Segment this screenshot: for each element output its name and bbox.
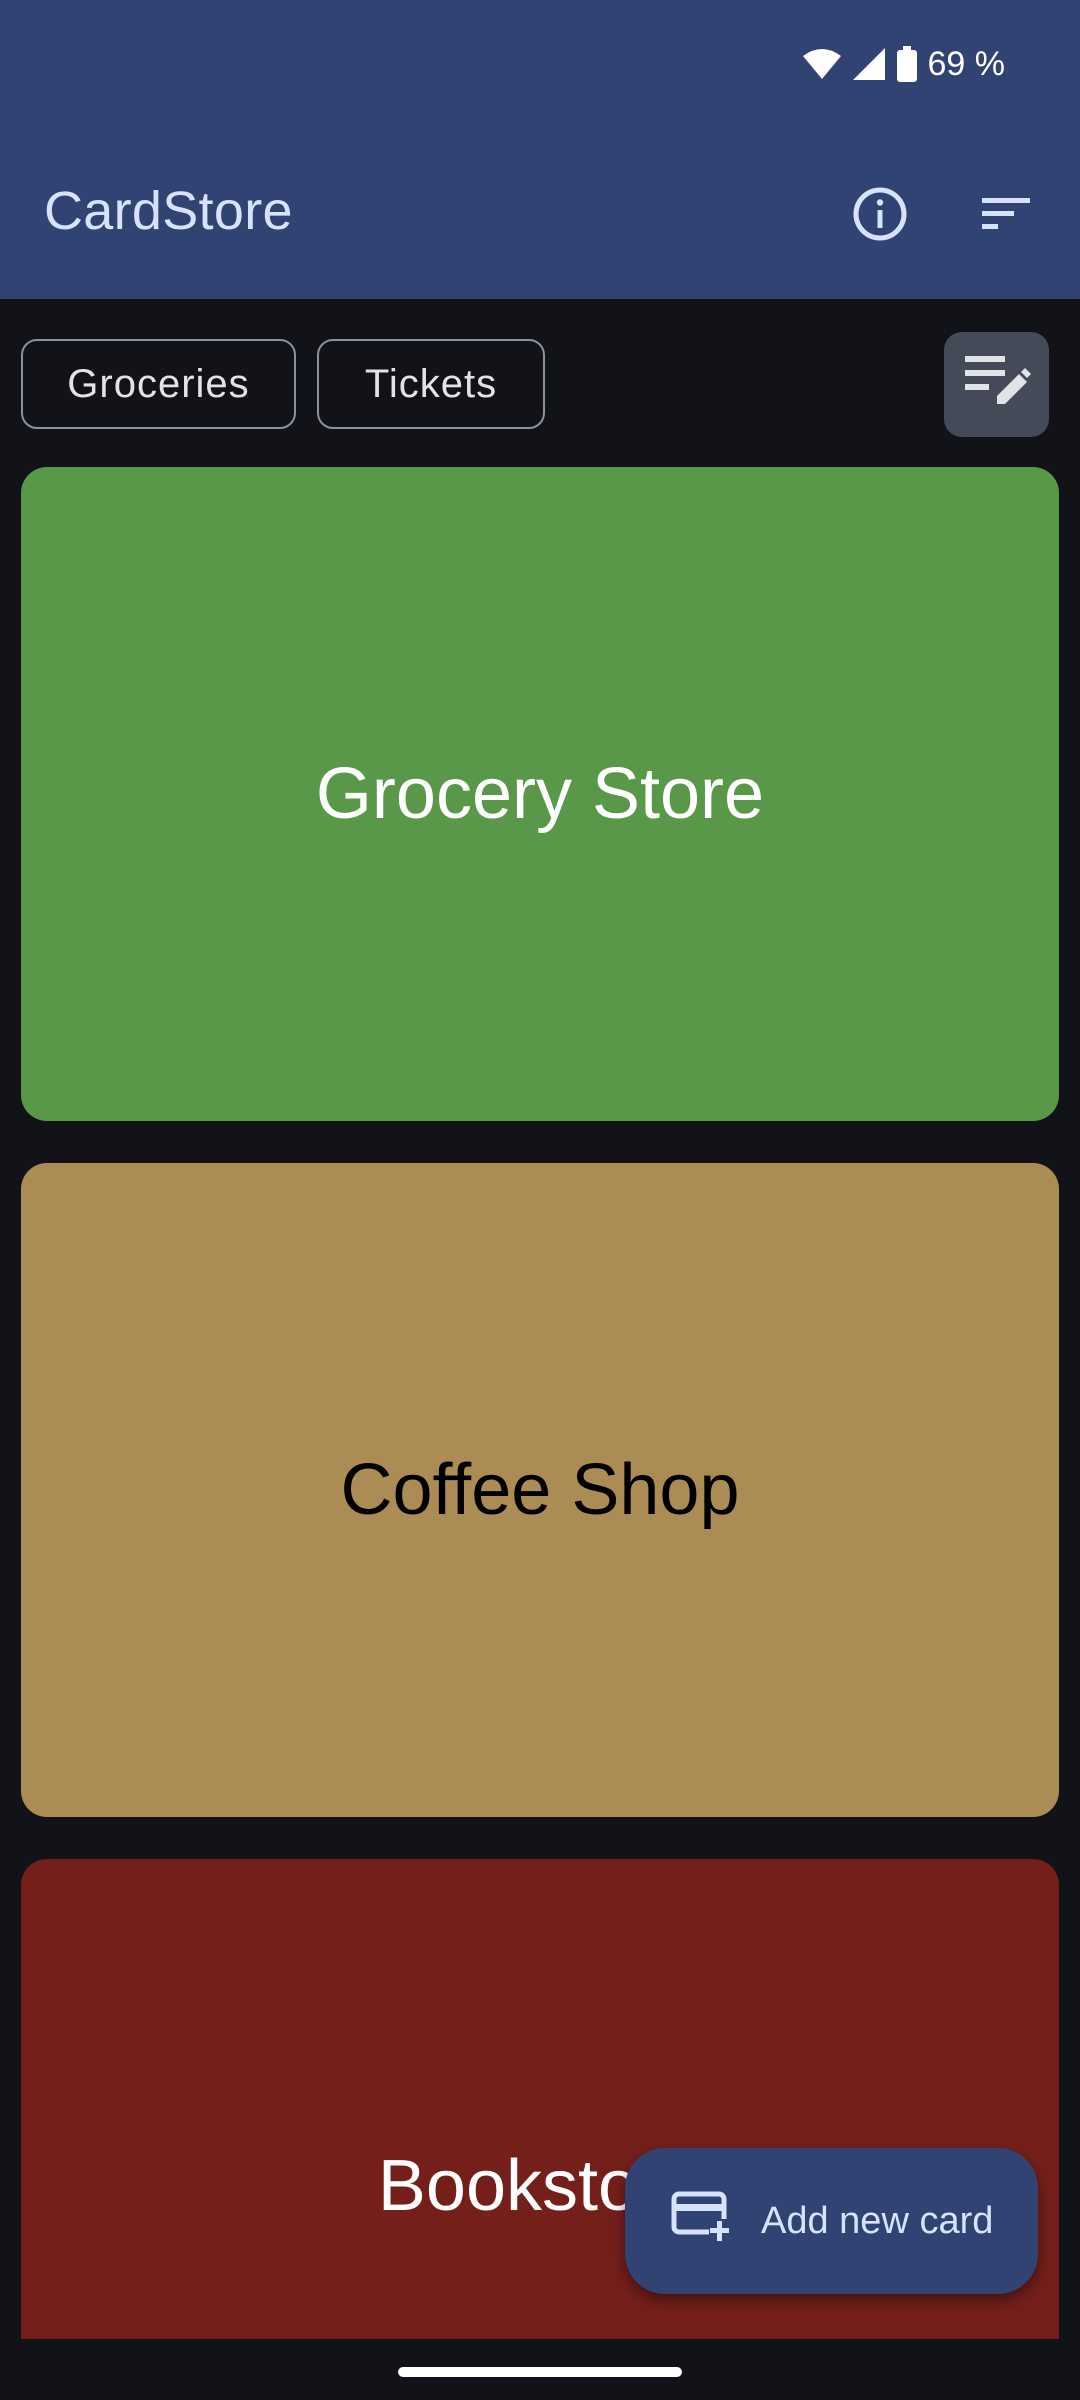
chip-label: Groceries (67, 361, 250, 406)
top-app-bar: 69 % CardStore (0, 0, 1080, 299)
add-card-icon (671, 2191, 731, 2251)
edit-list-icon (963, 352, 1031, 417)
edit-groups-button[interactable] (944, 332, 1049, 437)
info-button[interactable] (832, 168, 928, 264)
chip-label: Tickets (364, 361, 498, 406)
fab-label: Add new card (761, 2199, 994, 2242)
app-title: CardStore (44, 181, 293, 241)
filter-chip-tickets[interactable]: Tickets (317, 339, 545, 429)
loyalty-card[interactable]: Coffee Shop (21, 1163, 1059, 1817)
cellular-signal-icon (852, 47, 886, 81)
card-name: Grocery Store (315, 754, 765, 834)
loyalty-card[interactable]: Grocery Store (21, 467, 1059, 1121)
add-new-card-button[interactable]: Add new card (625, 2148, 1038, 2294)
status-bar: 69 % (802, 44, 1006, 84)
sort-button[interactable] (958, 168, 1054, 264)
card-name: Coffee Shop (340, 1450, 740, 1530)
home-gesture-handle[interactable] (398, 2367, 682, 2377)
battery-icon (896, 46, 918, 82)
info-icon (852, 186, 908, 247)
sort-icon (980, 194, 1032, 239)
wifi-icon (802, 48, 842, 80)
battery-percentage: 69 % (927, 44, 1006, 83)
filter-chip-groceries[interactable]: Groceries (21, 339, 296, 429)
